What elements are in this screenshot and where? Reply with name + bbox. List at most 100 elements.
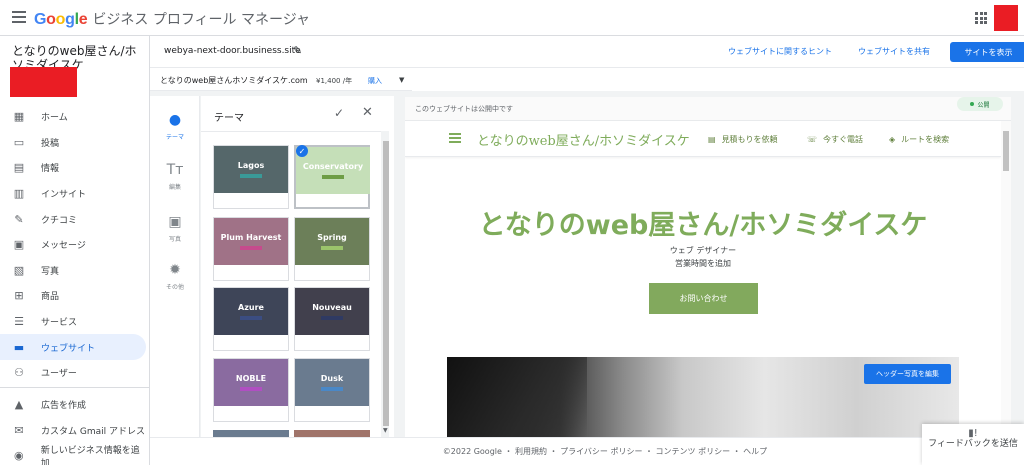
apps-grid-icon[interactable] xyxy=(975,12,987,24)
quote-icon: ▤ xyxy=(708,135,716,144)
sidebar-item-products[interactable]: ⊞ 商品 xyxy=(0,283,146,309)
tool-text-edit[interactable]: Tт 編集 xyxy=(150,162,200,191)
sidebar-item-photos[interactable]: ▧ 写真 xyxy=(0,258,146,284)
domain-name: となりのweb屋さんホソミダイスケ.com xyxy=(160,76,308,85)
theme-accent-bar xyxy=(322,175,344,179)
status-chip-label: 公開 xyxy=(977,101,990,109)
contact-button[interactable]: お問い合わせ xyxy=(649,283,758,314)
sidebar-item-insights[interactable]: ▥ インサイト xyxy=(0,181,146,207)
sidebar-item-posts[interactable]: ▭ 投稿 xyxy=(0,130,146,156)
theme-card[interactable]: Spring xyxy=(294,217,370,281)
google-logo: Google xyxy=(34,11,88,28)
sidebar-item-gmail[interactable]: ✉ カスタム Gmail アドレス xyxy=(0,418,146,444)
theme-card[interactable]: Plum Harvest xyxy=(213,217,289,281)
selected-theme-check-icon: ✓ xyxy=(296,145,308,157)
close-panel-icon[interactable]: ✕ xyxy=(362,105,373,120)
ads-icon: ▲ xyxy=(14,398,24,412)
published-status-chip: 公開 xyxy=(957,97,1003,111)
sidebar-item-reviews[interactable]: ✎ クチコミ xyxy=(0,206,146,232)
preview-scrollbar[interactable] xyxy=(1001,121,1011,437)
edit-header-photo-button[interactable]: ヘッダー写真を編集 xyxy=(864,364,951,384)
site-nav-call[interactable]: ☏ 今すぐ電話 xyxy=(807,134,863,145)
feedback-icon: ▮! xyxy=(968,428,978,439)
sidebar-item-label: サービス xyxy=(41,318,78,329)
hero-hours[interactable]: 営業時間を追加 xyxy=(405,258,1001,269)
tool-settings[interactable]: ✹ その他 xyxy=(150,262,200,291)
theme-card[interactable]: NOBLE xyxy=(213,358,289,422)
sidebar-item-location[interactable]: ◉ 新しいビジネス情報を追加 xyxy=(0,443,146,465)
sidebar-item-label: カスタム Gmail アドレス xyxy=(41,426,145,437)
site-preview: このウェブサイトは公開中です 公開 となりのweb屋さん/ホソミダイスケ ▤ 見積… xyxy=(405,97,1011,437)
edit-url-pencil-icon[interactable]: ✎ xyxy=(293,44,302,57)
main-menu-icon[interactable] xyxy=(12,11,26,23)
scroll-down-arrow-icon[interactable]: ▼ xyxy=(383,427,388,434)
theme-accent-bar xyxy=(240,246,262,250)
theme-accent-bar xyxy=(321,387,343,391)
sidebar-divider xyxy=(0,387,150,388)
sidebar-nav: ▦ ホーム ▭ 投稿 ▤ 情報 ▥ インサイト ✎ クチコミ ▣ メッセージ ▧ 写真 ⊞ 商品 ☰ サービス ▬ ウ… xyxy=(0,104,150,386)
sidebar-item-label: ウェブサイト xyxy=(41,343,96,354)
theme-card[interactable]: Azure xyxy=(213,287,289,351)
sidebar-item-label: ホーム xyxy=(41,113,68,124)
sidebar-item-label: 広告を作成 xyxy=(41,401,87,412)
theme-accent-bar xyxy=(321,246,343,250)
theme-name: Conservatory xyxy=(302,162,364,171)
sidebar-item-services[interactable]: ☰ サービス xyxy=(0,309,146,335)
sidebar-item-label: 投稿 xyxy=(41,138,60,149)
website-icon: ▬ xyxy=(13,340,25,354)
theme-card-partial[interactable] xyxy=(294,430,370,437)
domain-price: ¥1,400 /年 xyxy=(316,77,353,85)
sidebar-item-label: 写真 xyxy=(41,266,60,277)
theme-card[interactable]: Lagos xyxy=(213,145,289,209)
app-brand[interactable]: Google ビジネス プロフィール マネージャ xyxy=(34,9,310,29)
tool-add-photo[interactable]: ▣ 写真 xyxy=(150,214,200,243)
services-icon: ☰ xyxy=(14,315,24,329)
theme-accent-bar xyxy=(240,174,262,178)
site-nav-quote[interactable]: ▤ 見積もりを依頼 xyxy=(708,134,778,145)
sidebar-item-ads[interactable]: ▲ 広告を作成 xyxy=(0,392,146,418)
buy-domain-link[interactable]: 購入 xyxy=(368,76,382,86)
left-sidebar: となりのweb屋さん/ホソミダイスケ ▦ ホーム ▭ 投稿 ▤ 情報 ▥ インサイト ✎ クチコミ… xyxy=(0,36,150,465)
theme-panel-title: テーマ xyxy=(214,113,244,124)
published-note: このウェブサイトは公開中です xyxy=(415,105,513,113)
theme-card-partial[interactable] xyxy=(213,430,289,437)
tool-palette[interactable]: ● テーマ xyxy=(150,112,200,141)
sidebar-item-info[interactable]: ▤ 情報 xyxy=(0,155,146,181)
site-nav-bar: となりのweb屋さん/ホソミダイスケ ▤ 見積もりを依頼 ☏ 今すぐ電話 ◈ ルートを… xyxy=(405,121,1001,157)
sidebar-item-message[interactable]: ▣ メッセージ xyxy=(0,232,146,258)
view-site-button[interactable]: サイトを表示 xyxy=(950,42,1024,62)
status-dot-icon xyxy=(970,102,975,106)
tool-label: 写真 xyxy=(168,236,181,243)
footer-links[interactable]: ©2022 Google ・ 利用規約 ・ プライバシー ポリシー ・ コンテン… xyxy=(150,446,910,457)
theme-accent-bar xyxy=(240,387,262,391)
message-icon: ▣ xyxy=(13,238,25,252)
domain-dropdown-icon[interactable]: ▼ xyxy=(399,76,404,84)
theme-thumbnail: Nouveau xyxy=(295,288,369,335)
palette-icon: ● xyxy=(168,112,182,128)
sidebar-item-label: インサイト xyxy=(41,190,87,201)
site-menu-icon[interactable] xyxy=(449,133,461,143)
theme-card[interactable]: Nouveau xyxy=(294,287,370,351)
sidebar-item-dashboard[interactable]: ▦ ホーム xyxy=(0,104,146,130)
sidebar-item-label: 新しいビジネス情報を追加 xyxy=(40,445,140,465)
website-header-row: webya-next-door.business.site ✎ ウェブサイトに関… xyxy=(150,36,1024,68)
theme-card[interactable]: Dusk xyxy=(294,358,370,422)
dashboard-icon: ▦ xyxy=(13,110,25,124)
gmail-icon: ✉ xyxy=(14,423,24,437)
website-hints-link[interactable]: ウェブサイトに関するヒント xyxy=(728,46,832,57)
text-edit-icon: Tт xyxy=(166,162,184,178)
posts-icon: ▭ xyxy=(13,135,25,149)
share-website-link[interactable]: ウェブサイトを共有 xyxy=(858,46,930,57)
sidebar-item-add-user[interactable]: ⚇ ユーザー xyxy=(0,360,146,386)
site-nav-call-label: 今すぐ電話 xyxy=(823,135,864,144)
editor-tools: ● テーマ Tт 編集 ▣ 写真 ✹ その他 xyxy=(150,96,200,437)
site-nav-directions[interactable]: ◈ ルートを検索 xyxy=(889,134,949,145)
top-app-bar: Google ビジネス プロフィール マネージャ xyxy=(0,0,1024,36)
site-brand-title[interactable]: となりのweb屋さん/ホソミダイスケ xyxy=(477,130,690,149)
sidebar-item-website[interactable]: ▬ ウェブサイト xyxy=(0,334,146,360)
apply-check-icon[interactable]: ✓ xyxy=(334,106,344,120)
theme-scrollbar-thumb[interactable] xyxy=(383,141,389,426)
feedback-button[interactable]: ▮! フィードバックを送信 xyxy=(922,424,1024,465)
theme-thumbnail: Plum Harvest xyxy=(214,218,288,265)
account-avatar[interactable] xyxy=(994,5,1018,31)
